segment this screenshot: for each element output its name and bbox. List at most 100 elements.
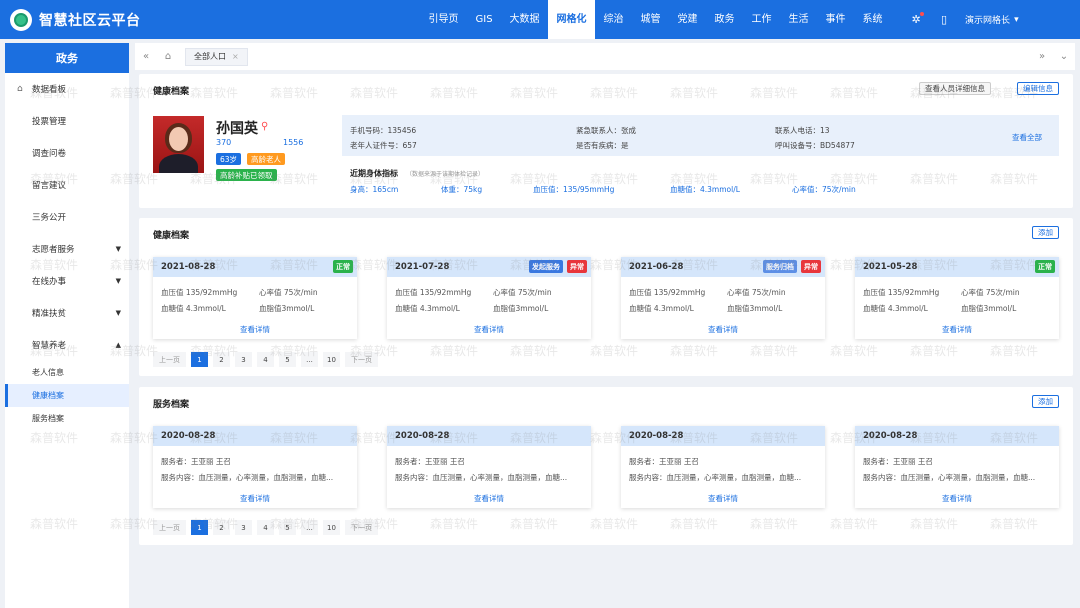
chevron-down-icon: ▾ (1014, 14, 1019, 25)
scroll-right-icon[interactable]: » (1031, 43, 1053, 70)
sidebar-item-label: 在线办事 (32, 277, 67, 287)
page-button-2[interactable]: 2 (213, 520, 230, 535)
view-detail-link[interactable]: 查看详情 (153, 493, 357, 504)
heart-rate: 心率值 75次/min (961, 288, 1020, 297)
prev-page-button[interactable]: 上一页 (153, 520, 186, 535)
page-button-2[interactable]: 2 (213, 352, 230, 367)
sidebar-list: ⌂ 数据看板 投票管理 调查问卷 留言建议 三务公开 志愿者服务 ▼ 在线办事 ▼ 精准扶贫 ▼ 智慧养… (5, 73, 129, 430)
metric-blood-pressure: 血压值：135/95mmHg (533, 185, 615, 194)
nav-item-10[interactable]: 事件 (817, 0, 854, 39)
view-detail-link[interactable]: 查看详情 (621, 493, 825, 504)
chevron-down-icon: ▼ (115, 245, 121, 253)
sidebar-item-6[interactable]: 在线办事 ▼ (5, 265, 129, 297)
view-detail-link[interactable]: 查看详情 (621, 324, 825, 335)
sidebar-item-7[interactable]: 精准扶贫 ▼ (5, 297, 129, 329)
service-pagination: 上一页 1 2 3 4 5... 10 下一页 (153, 520, 378, 535)
close-icon[interactable]: × (232, 52, 239, 61)
next-page-button[interactable]: 下一页 (345, 520, 378, 535)
status-badge: 正常 (333, 260, 353, 273)
tab-all-population[interactable]: 全部人口 × (185, 47, 248, 66)
page-button-1[interactable]: 1 (191, 352, 208, 367)
nav-item-7[interactable]: 政务 (706, 0, 743, 39)
page-button-...[interactable]: ... (301, 520, 318, 535)
record-header: 2020-08-28 (621, 426, 825, 446)
nav-item-5[interactable]: 城管 (632, 0, 669, 39)
sidebar-item-1[interactable]: 投票管理 (5, 105, 129, 137)
settings-icon[interactable]: ✲ (909, 11, 925, 27)
chevron-down-icon[interactable]: ⌄ (1053, 43, 1075, 70)
nav-item-9[interactable]: 生活 (780, 0, 817, 39)
sidebar-item-4[interactable]: 三务公开 (5, 201, 129, 233)
nav-item-3[interactable]: 网格化 (548, 0, 596, 39)
home-icon[interactable]: ⌂ (157, 43, 179, 70)
page-button-1[interactable]: 1 (191, 520, 208, 535)
page-button-5[interactable]: 5 (279, 520, 296, 535)
page-button-10[interactable]: 10 (323, 520, 340, 535)
page-button-...[interactable]: ... (301, 352, 318, 367)
profile-section-title: 健康档案 (153, 87, 190, 97)
nav-item-6[interactable]: 党建 (669, 0, 706, 39)
sidebar-item-3[interactable]: 留言建议 (5, 169, 129, 201)
sidebar-item-8[interactable]: 智慧养老 ▲ (5, 329, 129, 361)
service-content-text: 服务内容：血压测量，心率测量，血脂测量，血糖... (395, 473, 568, 482)
nav-item-4[interactable]: 综治 (595, 0, 632, 39)
nav-item-0[interactable]: 引导页 (420, 0, 467, 39)
status-badge: 正常 (1035, 260, 1055, 273)
sidebar-item-5[interactable]: 志愿者服务 ▼ (5, 233, 129, 265)
record-header: 2020-08-28 (387, 426, 591, 446)
page-button-5[interactable]: 5 (279, 352, 296, 367)
page-button-10[interactable]: 10 (323, 352, 340, 367)
mobile-icon[interactable]: ▯ (937, 13, 951, 27)
next-page-button[interactable]: 下一页 (345, 352, 378, 367)
age-tag: 63岁 (216, 153, 242, 165)
prev-page-button[interactable]: 上一页 (153, 352, 186, 367)
page-button-3[interactable]: 3 (235, 520, 252, 535)
blood-sugar: 血糖值 4.3mmol/L (629, 304, 694, 313)
sidebar-item-label: 志愿者服务 (32, 245, 75, 255)
add-service-record-button[interactable]: 添加 (1032, 395, 1059, 408)
sidebar-item-2[interactable]: 调查问卷 (5, 137, 129, 169)
blood-pressure: 血压值 135/92mmHg (161, 288, 238, 297)
view-detail-link[interactable]: 查看详情 (153, 324, 357, 335)
status-badge[interactable]: 发起服务 (529, 260, 563, 273)
edit-info-button[interactable]: 编辑信息 (1017, 82, 1059, 95)
user-menu[interactable]: 演示网格长 ▾ (965, 13, 1019, 27)
add-health-record-button[interactable]: 添加 (1032, 226, 1059, 239)
sidebar-item-0[interactable]: ⌂ 数据看板 (5, 73, 129, 105)
record-header: 2021-08-28 正常 (153, 257, 357, 277)
blood-fat: 血脂值3mmol/L (727, 304, 783, 313)
status-badge[interactable]: 服务归档 (763, 260, 797, 273)
view-detail-link[interactable]: 查看详情 (387, 324, 591, 335)
nav-item-8[interactable]: 工作 (743, 0, 780, 39)
metric-blood-sugar: 血糖值：4.3mmol/L (670, 185, 740, 194)
sidebar-subitem-2[interactable]: 服务档案 (5, 407, 129, 430)
page-button-4[interactable]: 4 (257, 520, 274, 535)
record-date: 2020-08-28 (629, 431, 684, 441)
recent-metrics-note: （数据来源于该期体检记录） (406, 171, 485, 178)
servant-text: 服务者：王亚丽 王召 (395, 457, 465, 466)
record-date: 2021-06-28 (629, 262, 684, 272)
emergency-contact-text: 紧急联系人：张成 (576, 126, 636, 135)
heart-rate: 心率值 75次/min (493, 288, 552, 297)
view-all-link[interactable]: 查看全部 (1012, 132, 1042, 143)
view-detail-link[interactable]: 查看详情 (387, 493, 591, 504)
health-record-card: 2021-07-28 异常 发起服务 血压值 135/92mmHg 心率值 75次/mi… (387, 257, 591, 339)
nav-item-1[interactable]: GIS (467, 0, 501, 39)
sidebar-subitem-1[interactable]: 健康档案 (5, 384, 129, 407)
record-date: 2021-05-28 (863, 262, 918, 272)
recent-metrics-title: 近期身体指标 (350, 169, 398, 178)
brand-title: 智慧社区云平台 (39, 12, 141, 29)
view-detail-link[interactable]: 查看详情 (855, 324, 1059, 335)
page-button-4[interactable]: 4 (257, 352, 274, 367)
view-detail-link[interactable]: 查看详情 (855, 493, 1059, 504)
sidebar-item-label: 调查问卷 (32, 149, 67, 159)
search-icon[interactable]: ⚲ (261, 121, 268, 132)
nav-item-2[interactable]: 大数据 (501, 0, 548, 39)
sidebar-subitem-0[interactable]: 老人信息 (5, 361, 129, 384)
heart-rate: 心率值 75次/min (259, 288, 318, 297)
view-detail-button[interactable]: 查看人员详细信息 (919, 82, 991, 95)
heart-rate: 心率值 75次/min (727, 288, 786, 297)
nav-item-11[interactable]: 系统 (854, 0, 891, 39)
page-button-3[interactable]: 3 (235, 352, 252, 367)
scroll-left-icon[interactable]: « (135, 43, 157, 70)
